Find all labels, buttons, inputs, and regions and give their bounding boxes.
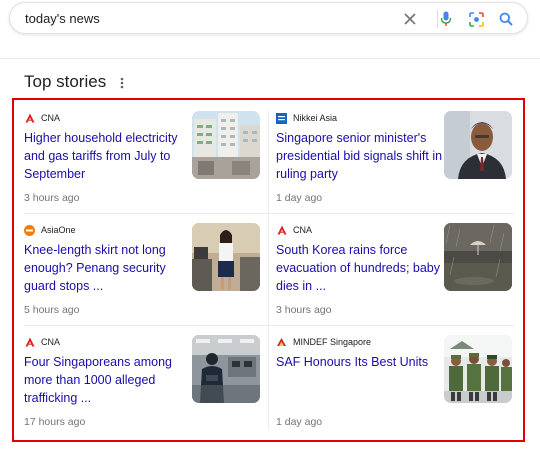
soldiers-parade-photo[interactable] <box>444 335 512 403</box>
search-icon[interactable] <box>496 9 516 29</box>
story-card[interactable]: CNA Four Singaporeans among more than 10… <box>24 335 264 447</box>
story-source: CNA <box>276 223 312 237</box>
story-card[interactable]: CNA South Korea rains force evacuation o… <box>276 223 516 335</box>
minister-portrait-photo[interactable] <box>444 111 512 179</box>
search-bar[interactable]: today's news <box>9 2 528 34</box>
column-divider <box>268 110 269 430</box>
source-name: AsiaOne <box>41 225 76 235</box>
story-time: 1 day ago <box>276 192 323 204</box>
mindef-logo-icon <box>276 337 287 348</box>
search-input[interactable]: today's news <box>25 11 100 26</box>
clear-icon[interactable] <box>400 9 420 29</box>
story-card[interactable]: AsiaOne Knee-length skirt not long enoug… <box>24 223 264 335</box>
microphone-icon[interactable] <box>436 9 456 29</box>
story-source: CNA <box>24 111 60 125</box>
story-headline[interactable]: Knee-length skirt not long enough? Penan… <box>24 241 194 295</box>
story-time: 17 hours ago <box>24 416 86 428</box>
story-source: CNA <box>24 335 60 349</box>
story-headline[interactable]: Singapore senior minister's presidential… <box>276 129 446 183</box>
header-divider <box>0 58 540 59</box>
section-title: Top stories <box>24 72 107 91</box>
raid-office-photo[interactable] <box>192 335 260 403</box>
more-options-icon[interactable] <box>116 74 128 92</box>
source-name: Nikkei Asia <box>293 113 338 123</box>
story-time: 5 hours ago <box>24 304 80 316</box>
asiaone-logo-icon <box>24 224 35 236</box>
rain-storm-photo[interactable] <box>444 223 512 291</box>
office-woman-photo[interactable] <box>192 223 260 291</box>
cna-logo-icon <box>24 337 35 348</box>
nikkei-asia-logo-icon <box>276 112 287 124</box>
story-headline[interactable]: SAF Honours Its Best Units <box>276 353 446 371</box>
source-name: CNA <box>41 337 61 347</box>
source-name: CNA <box>41 113 61 123</box>
story-card[interactable]: Nikkei Asia Singapore senior minister's … <box>276 111 516 223</box>
story-time: 1 day ago <box>276 416 323 428</box>
story-time: 3 hours ago <box>276 304 332 316</box>
story-headline[interactable]: Higher household electricity and gas tar… <box>24 129 194 183</box>
story-headline[interactable]: Four Singaporeans among more than 1000 a… <box>24 353 194 407</box>
source-name: MINDEF Singapore <box>293 337 372 347</box>
story-headline[interactable]: South Korea rains force evacuation of hu… <box>276 241 446 295</box>
camera-lens-icon[interactable] <box>466 9 486 29</box>
cna-logo-icon <box>276 225 287 236</box>
story-time: 3 hours ago <box>24 192 80 204</box>
story-source: Nikkei Asia <box>276 111 337 125</box>
story-card[interactable]: CNA Higher household electricity and gas… <box>24 111 264 223</box>
apartment-buildings-photo[interactable] <box>192 111 260 179</box>
source-name: CNA <box>293 225 313 235</box>
story-source: AsiaOne <box>24 223 76 237</box>
story-card[interactable]: MINDEF Singapore SAF Honours Its Best Un… <box>276 335 516 447</box>
story-source: MINDEF Singapore <box>276 335 371 349</box>
cna-logo-icon <box>24 113 35 124</box>
